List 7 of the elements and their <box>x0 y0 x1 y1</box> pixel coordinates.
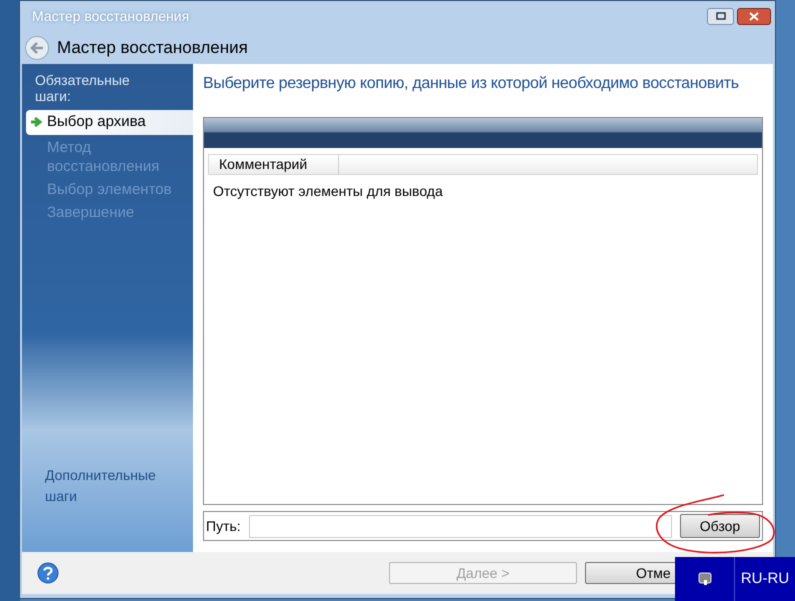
step-heading: Выберите резервную копию, данные из которой необходимо восстановить <box>203 74 740 94</box>
wizard-title: Мастер восстановления <box>57 36 248 59</box>
sidebar-heading: Дополнительные шаги <box>44 466 157 506</box>
path-label: Путь: <box>206 516 241 536</box>
empty-list-message: Отсутствуют элементы для вывода <box>212 182 444 201</box>
sidebar-heading: Обязательные шаги: <box>34 72 131 104</box>
window-title: Мастер восстановления <box>32 6 190 26</box>
